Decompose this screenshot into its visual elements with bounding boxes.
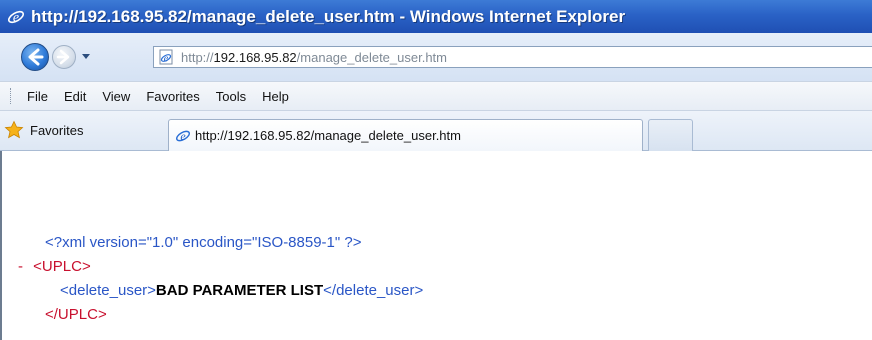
xml-root-open-tag: <UPLC> (33, 258, 91, 275)
toolbar-grip[interactable] (10, 88, 14, 104)
page-icon: e (159, 49, 173, 65)
svg-text:e: e (180, 129, 186, 143)
browser-window: e http://192.168.95.82/manage_delete_use… (0, 0, 872, 340)
favorites-label: Favorites (30, 122, 84, 138)
address-path: /manage_delete_user.htm (296, 49, 447, 65)
favorites-bar: Favorites e http://192.168.95.82/manage_… (0, 111, 872, 151)
favorites-star-icon (4, 120, 24, 139)
back-arrow-icon (28, 48, 44, 66)
menu-view[interactable]: View (102, 89, 130, 104)
ie-icon: e (7, 10, 25, 25)
favorites-button[interactable]: Favorites (4, 117, 83, 143)
tab-label: http://192.168.95.82/manage_delete_user.… (195, 128, 461, 143)
dropdown-arrow-icon[interactable] (80, 50, 92, 62)
menu-tools[interactable]: Tools (216, 89, 246, 104)
xml-root-line: - <UPLC> (18, 258, 91, 275)
xml-child-line: <delete_user>BAD PARAMETER LIST</delete_… (60, 282, 423, 299)
address-input[interactable]: e http://192.168.95.82/manage_delete_use… (153, 46, 872, 68)
address-url: http://192.168.95.82/manage_delete_user.… (181, 50, 447, 65)
xml-declaration: <?xml version="1.0" encoding="ISO-8859-1… (45, 234, 362, 251)
address-scheme: http:// (181, 49, 214, 65)
navigation-bar: e http://192.168.95.82/manage_delete_use… (0, 33, 872, 81)
xml-child-open-tag: <delete_user> (60, 282, 156, 299)
menu-edit[interactable]: Edit (64, 89, 86, 104)
ie-icon: e (175, 129, 191, 143)
tab-active[interactable]: e http://192.168.95.82/manage_delete_use… (168, 119, 643, 151)
menu-bar: File Edit View Favorites Tools Help (0, 81, 872, 111)
xml-child-value: BAD PARAMETER LIST (155, 282, 324, 299)
address-host: 192.168.95.82 (213, 49, 297, 65)
svg-text:e: e (13, 10, 19, 25)
new-tab-button[interactable] (648, 119, 693, 151)
page-content: <?xml version="1.0" encoding="ISO-8859-1… (0, 151, 872, 340)
forward-button[interactable] (52, 45, 76, 69)
window-title: http://192.168.95.82/manage_delete_user.… (31, 6, 626, 26)
menu-file[interactable]: File (27, 89, 48, 104)
xml-root-close-tag: </UPLC> (45, 306, 107, 323)
forward-arrow-icon (56, 49, 70, 65)
svg-text:e: e (164, 54, 169, 65)
menu-help[interactable]: Help (262, 89, 289, 104)
collapse-toggle[interactable]: - (18, 258, 23, 275)
title-bar[interactable]: e http://192.168.95.82/manage_delete_use… (0, 0, 872, 33)
xml-child-close-tag: </delete_user> (323, 282, 424, 299)
menu-favorites[interactable]: Favorites (146, 89, 199, 104)
back-button[interactable] (21, 43, 49, 71)
